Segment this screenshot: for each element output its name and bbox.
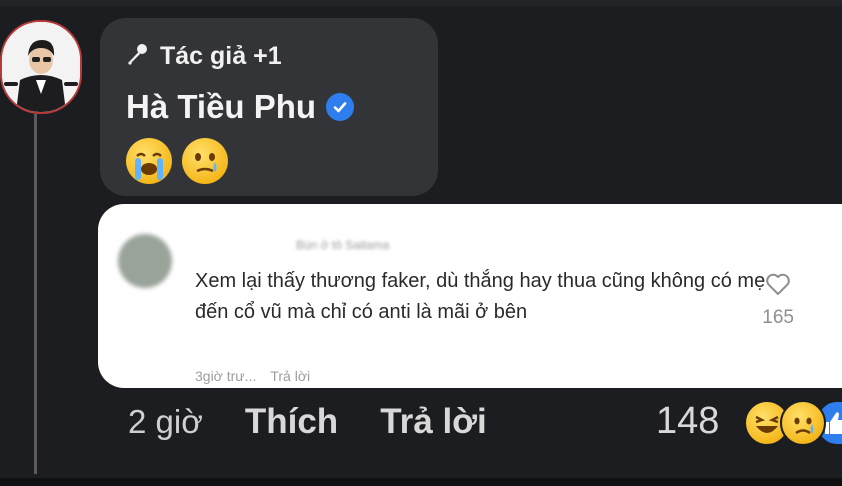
like-button[interactable]: Thích (245, 402, 338, 442)
reaction-count[interactable]: 148 (656, 400, 719, 443)
comment-actions: 2 giờ Thích Trả lời (128, 402, 487, 442)
heart-outline-icon[interactable] (765, 272, 791, 301)
emoji-row (126, 138, 228, 184)
author-comment-bubble[interactable]: Tác giả +1 Hà Tiều Phu (100, 18, 438, 196)
quoted-comment-text: Xem lại thấy thương faker, dù thắng hay … (195, 270, 766, 323)
bottom-strip (0, 478, 842, 486)
quoted-comment-author: Bún ở tô Saitama (296, 238, 390, 252)
reply-button[interactable]: Trả lời (380, 402, 487, 442)
quoted-comment-avatar (118, 234, 172, 288)
reaction-icons[interactable] (744, 400, 842, 446)
face-holding-back-tears-icon (182, 138, 228, 184)
author-badge-label: Tác giả +1 (160, 42, 282, 70)
quoted-comment-like-count: 165 (762, 307, 794, 328)
quoted-comment-reply-button[interactable]: Trả lời (270, 368, 310, 384)
quoted-comment-meta: 3giờ trư... Trả lời (195, 368, 310, 384)
author-name[interactable]: Hà Tiều Phu (126, 88, 316, 126)
comment-time: 2 giờ (128, 403, 203, 440)
microphone-icon (126, 42, 150, 71)
top-strip (0, 0, 842, 6)
thread-line (34, 114, 37, 474)
author-name-row: Hà Tiều Phu (126, 88, 355, 126)
quoted-comment-like[interactable]: 165 (762, 272, 794, 329)
author-avatar[interactable] (0, 20, 82, 114)
quoted-comment-card[interactable]: Bún ở tô Saitama Xem lại thấy thương fak… (98, 204, 842, 388)
sad-icon (780, 400, 826, 446)
author-badge: Tác giả +1 (126, 42, 282, 71)
verified-check-icon (326, 93, 355, 121)
quoted-comment-time: 3giờ trư... (195, 368, 257, 384)
loudly-crying-face-icon (126, 138, 172, 184)
